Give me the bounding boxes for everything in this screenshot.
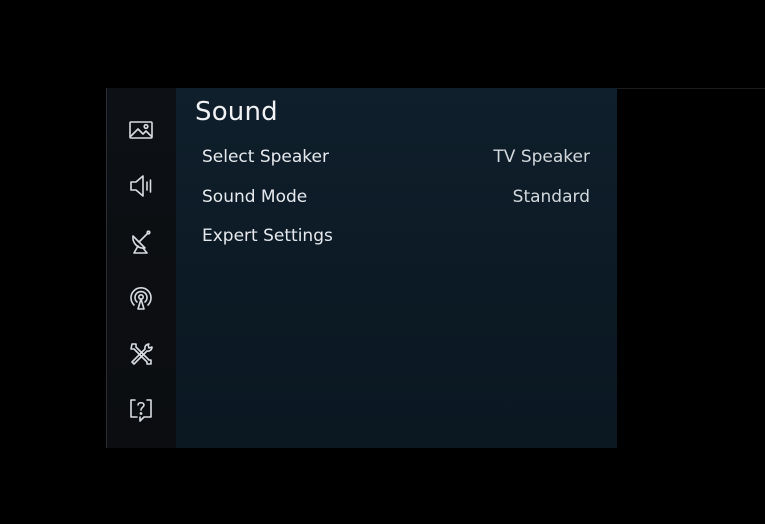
menu-item-value: Standard [512,187,590,207]
settings-sidebar [106,88,176,448]
menu-item-sound-mode[interactable]: Sound Mode Standard [202,183,590,211]
speaker-icon[interactable] [127,172,155,200]
tv-settings-screen: Sound Select Speaker TV Speaker Sound Mo… [0,0,765,524]
menu-item-label: Select Speaker [202,147,329,167]
divider [617,88,765,89]
menu-item-expert-settings[interactable]: Expert Settings [202,222,590,250]
menu-item-value: TV Speaker [493,147,590,167]
broadcasting-icon[interactable] [127,228,155,256]
support-icon[interactable] [127,396,155,424]
tools-icon[interactable] [127,340,155,368]
menu-item-select-speaker[interactable]: Select Speaker TV Speaker [202,143,590,171]
menu-item-label: Sound Mode [202,187,308,207]
network-icon[interactable] [127,284,155,312]
sound-panel: Sound Select Speaker TV Speaker Sound Mo… [176,88,617,448]
page-title: Sound [195,97,278,127]
picture-icon[interactable] [127,116,155,144]
menu-item-label: Expert Settings [202,226,333,246]
